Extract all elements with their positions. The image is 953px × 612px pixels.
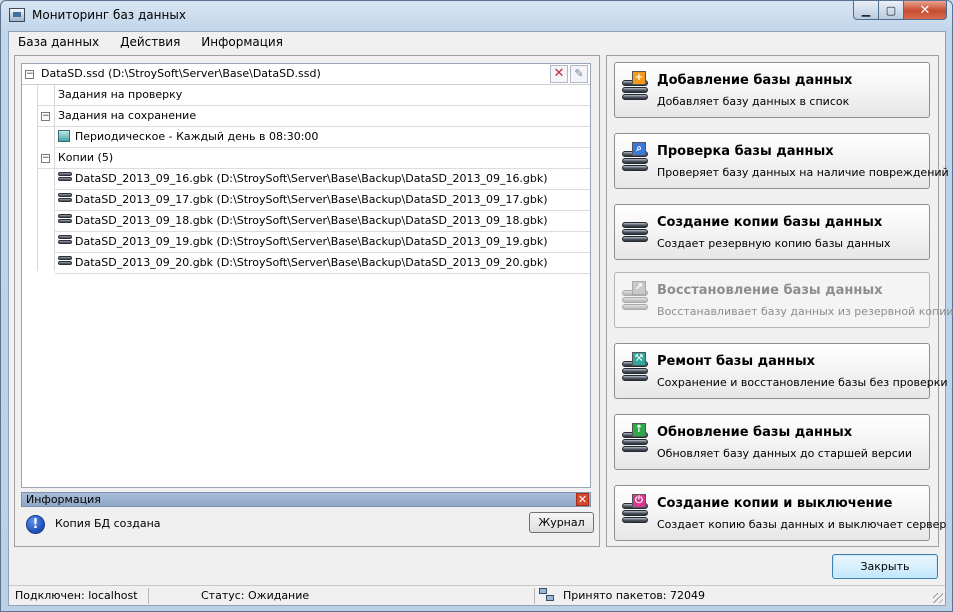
info-alert-icon: !: [26, 515, 45, 534]
check-database-button[interactable]: ⌕ Проверка базы данных Проверяет базу да…: [614, 133, 949, 189]
menu-actions[interactable]: Действия: [111, 32, 192, 52]
copy-label: DataSD_2013_09_17.gbk (D:\StroySoft\Serv…: [75, 193, 548, 206]
maximize-button[interactable]: ▢: [879, 1, 904, 20]
action-title: Создание копии и выключение: [657, 496, 893, 511]
menu-information[interactable]: Информация: [192, 32, 295, 52]
database-panel: − DataSD.ssd (D:\StroySoft\Server\Base\D…: [14, 55, 600, 547]
action-title: Обновление базы данных: [657, 425, 853, 440]
tree-item-check-tasks[interactable]: Задания на проверку: [38, 85, 590, 106]
status-state: Статус: Ожидание: [195, 588, 535, 604]
action-title: Ремонт базы данных: [657, 354, 816, 369]
remove-database-button[interactable]: ✕: [550, 65, 568, 83]
repair-database-button[interactable]: ⚒ Ремонт базы данных Сохранение и восста…: [614, 343, 948, 399]
status-bar: Подключен: localhost Статус: Ожидание Пр…: [9, 585, 945, 605]
tree-item-copy[interactable]: DataSD_2013_09_18.gbk (D:\StroySoft\Serv…: [55, 211, 590, 232]
backup-database-icon: [58, 214, 72, 228]
menu-bar: База данных Действия Информация: [9, 32, 945, 52]
action-title: Восстановление базы данных: [657, 283, 883, 298]
tree-item-copy[interactable]: DataSD_2013_09_19.gbk (D:\StroySoft\Serv…: [55, 232, 590, 253]
search-badge-icon: ⌕: [632, 142, 646, 156]
app-monitor-icon[interactable]: [9, 8, 25, 22]
copy-label: DataSD_2013_09_20.gbk (D:\StroySoft\Serv…: [75, 256, 548, 269]
title-bar[interactable]: Мониторинг баз данных ▁ ▢ ✕: [1, 1, 952, 31]
resize-grip-icon[interactable]: [933, 593, 943, 603]
tree-gutter: [22, 64, 38, 271]
close-icon: ✕: [919, 2, 931, 18]
power-badge-icon: ⏻: [632, 494, 646, 508]
app-window: Мониторинг баз данных ▁ ▢ ✕ База данных …: [0, 0, 953, 612]
upgrade-database-button[interactable]: ↑ Обновление базы данных Обновляет базу …: [614, 414, 930, 470]
action-description: Обновляет базу данных до старшей версии: [657, 447, 913, 460]
action-description: Создает резервную копию базы данных: [657, 237, 891, 250]
schedule-icon: [58, 130, 70, 142]
backup-database-icon: [58, 235, 72, 249]
collapse-root-icon[interactable]: −: [25, 70, 34, 79]
info-close-button[interactable]: ✕: [576, 493, 589, 506]
copy-label: DataSD_2013_09_16.gbk (D:\StroySoft\Serv…: [75, 172, 548, 185]
tree-item-copy[interactable]: DataSD_2013_09_20.gbk (D:\StroySoft\Serv…: [55, 253, 590, 274]
database-icon: [622, 222, 648, 250]
copy-label: DataSD_2013_09_18.gbk (D:\StroySoft\Serv…: [75, 214, 548, 227]
collapse-copies-icon[interactable]: −: [41, 154, 50, 163]
copy-label: DataSD_2013_09_19.gbk (D:\StroySoft\Serv…: [75, 235, 548, 248]
tree-item-save-tasks[interactable]: − Задания на сохранение: [38, 106, 590, 127]
backup-database-button[interactable]: Создание копии базы данных Создает резер…: [614, 204, 930, 260]
window-close-button[interactable]: ✕: [904, 1, 947, 20]
backup-database-icon: [58, 172, 72, 186]
status-connection: Подключен: localhost: [9, 588, 149, 604]
repair-badge-icon: ⚒: [632, 352, 646, 366]
database-tree[interactable]: − DataSD.ssd (D:\StroySoft\Server\Base\D…: [21, 63, 591, 488]
action-description: Сохранение и восстановление базы без про…: [657, 376, 948, 389]
collapse-save-tasks-icon[interactable]: −: [41, 112, 50, 121]
save-tasks-label: Задания на сохранение: [58, 109, 197, 122]
action-description: Проверяет базу данных на наличие поврежд…: [657, 166, 949, 179]
restore-database-button[interactable]: ↗ Восстановление базы данных Восстанавли…: [614, 272, 953, 328]
backup-database-icon: [58, 193, 72, 207]
close-icon: ✕: [577, 493, 588, 506]
menu-database[interactable]: База данных: [9, 32, 111, 52]
tree-item-periodic[interactable]: Периодическое - Каждый день в 08:30:00: [55, 127, 590, 148]
check-tasks-label: Задания на проверку: [58, 88, 183, 101]
action-description: Создает копию базы данных и выключает се…: [657, 518, 947, 531]
backup-and-shutdown-button[interactable]: ⏻ Создание копии и выключение Создает ко…: [614, 485, 946, 541]
tree-item-copies[interactable]: − Копии (5): [38, 148, 590, 169]
edit-database-button[interactable]: ✎: [570, 65, 588, 83]
actions-panel: + Добавление базы данных Добавляет базу …: [606, 55, 953, 547]
root-tools: ✕ ✎: [548, 65, 588, 83]
client-area: База данных Действия Информация − DataSD…: [8, 31, 953, 606]
window-title: Мониторинг баз данных: [32, 8, 186, 22]
upgrade-badge-icon: ↑: [632, 423, 646, 437]
action-description: Восстанавливает базу данных из резервной…: [657, 305, 953, 318]
action-title: Проверка базы данных: [657, 144, 834, 159]
tree-item-copy[interactable]: DataSD_2013_09_17.gbk (D:\StroySoft\Serv…: [55, 190, 590, 211]
delete-icon: ✕: [553, 66, 565, 81]
maximize-icon: ▢: [885, 3, 897, 17]
action-title: Создание копии базы данных: [657, 215, 883, 230]
action-title: Добавление базы данных: [657, 73, 853, 88]
caption-buttons: ▁ ▢ ✕: [853, 1, 947, 20]
close-button[interactable]: Закрыть: [832, 554, 938, 579]
action-description: Добавляет базу данных в список: [657, 95, 850, 108]
info-header: Информация ✕: [21, 492, 591, 507]
info-header-label: Информация: [26, 493, 101, 506]
edit-icon: ✎: [574, 67, 584, 80]
add-badge-icon: +: [632, 71, 646, 85]
backup-database-icon: [58, 256, 72, 270]
tree-item-copy[interactable]: DataSD_2013_09_16.gbk (D:\StroySoft\Serv…: [55, 169, 590, 190]
tree-root-label: DataSD.ssd (D:\StroySoft\Server\Base\Dat…: [41, 67, 321, 80]
minimize-icon: ▁: [861, 3, 871, 17]
status-packets: Принято пакетов: 72049: [563, 589, 706, 602]
info-panel: Информация ✕ ! Копия БД создана Журнал: [21, 492, 594, 542]
network-icon: [539, 588, 555, 603]
tree-root-database[interactable]: − DataSD.ssd (D:\StroySoft\Server\Base\D…: [22, 64, 590, 85]
restore-badge-icon: ↗: [632, 281, 646, 295]
copies-label: Копии (5): [58, 151, 114, 164]
minimize-button[interactable]: ▁: [853, 1, 879, 20]
journal-button[interactable]: Журнал: [529, 512, 594, 533]
add-database-button[interactable]: + Добавление базы данных Добавляет базу …: [614, 62, 930, 118]
periodic-label: Периодическое - Каждый день в 08:30:00: [75, 130, 319, 143]
info-message: Копия БД создана: [55, 517, 161, 530]
